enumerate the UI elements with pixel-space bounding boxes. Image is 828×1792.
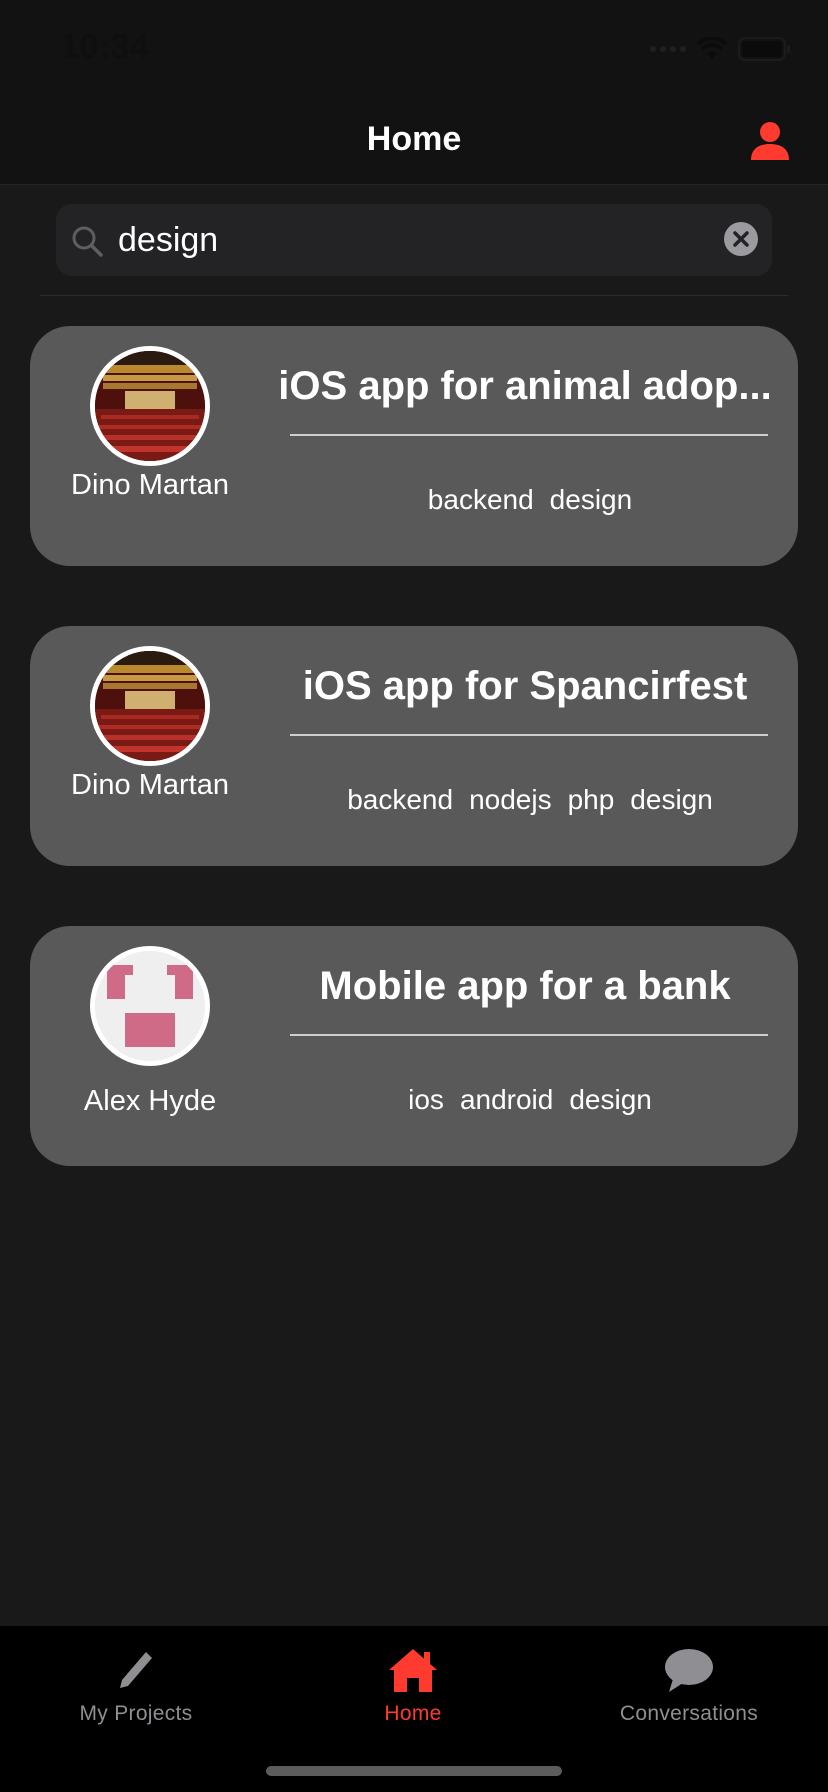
tag-list: ios android design: [270, 1084, 790, 1116]
theater-photo-icon: [95, 651, 205, 761]
divider: [290, 434, 768, 436]
home-indicator: [266, 1766, 562, 1776]
tab-home[interactable]: Home: [303, 1646, 523, 1736]
project-card[interactable]: Alex Hyde Mobile app for a bank ios andr…: [30, 926, 798, 1166]
tab-my-projects[interactable]: My Projects: [26, 1646, 246, 1736]
status-bar: 10:34: [0, 0, 828, 94]
cellular-signal-icon: [650, 46, 686, 52]
navigation-bar: Home: [0, 94, 828, 185]
house-icon: [389, 1649, 437, 1692]
profile-button[interactable]: [748, 120, 792, 164]
tag: design: [630, 784, 713, 815]
tag: design: [549, 484, 633, 515]
theater-photo-icon: [95, 351, 205, 461]
tag: php: [567, 784, 615, 815]
tag: android: [459, 1084, 554, 1115]
project-title: Mobile app for a bank: [319, 964, 731, 1008]
owner-name: Alex Hyde: [83, 1085, 217, 1117]
tag: backend: [427, 484, 534, 515]
speech-bubble-icon: [665, 1649, 713, 1692]
tab-conversations[interactable]: Conversations: [579, 1646, 799, 1736]
tag: ios: [408, 1084, 444, 1115]
owner-name: Dino Martan: [71, 769, 229, 801]
divider: [40, 295, 788, 296]
divider: [290, 734, 768, 736]
search-bar: [56, 204, 772, 276]
owner-name: Dino Martan: [71, 469, 229, 501]
tag-list: backend nodejs php design: [270, 784, 790, 816]
divider: [290, 1034, 768, 1036]
project-title: iOS app for Spancirfest: [302, 664, 748, 708]
tab-label: My Projects: [79, 1702, 193, 1725]
project-card[interactable]: Dino Martan iOS app for animal adop... b…: [30, 326, 798, 566]
page-title: Home: [366, 120, 462, 158]
clear-search-button[interactable]: [724, 222, 758, 256]
tab-label: Home: [384, 1702, 442, 1725]
status-icons: [650, 36, 792, 62]
battery-icon: [738, 37, 790, 61]
identicon-icon: [95, 951, 205, 1061]
status-time: 10:34: [60, 28, 150, 66]
avatar: [90, 946, 210, 1066]
tag: backend: [347, 784, 454, 815]
search-icon: [72, 226, 103, 257]
person-icon: [751, 122, 789, 160]
avatar: [90, 346, 210, 466]
search-input[interactable]: [118, 214, 678, 266]
project-title: iOS app for animal adop...: [278, 364, 772, 408]
tag-list: backend design: [270, 484, 790, 516]
avatar: [90, 646, 210, 766]
project-card[interactable]: Dino Martan iOS app for Spancirfest back…: [30, 626, 798, 866]
wifi-icon: [696, 37, 728, 59]
close-icon: [733, 231, 749, 247]
tag: design: [569, 1084, 652, 1115]
tab-label: Conversations: [619, 1702, 759, 1725]
pencil-icon: [120, 1652, 152, 1688]
tag: nodejs: [469, 784, 552, 815]
